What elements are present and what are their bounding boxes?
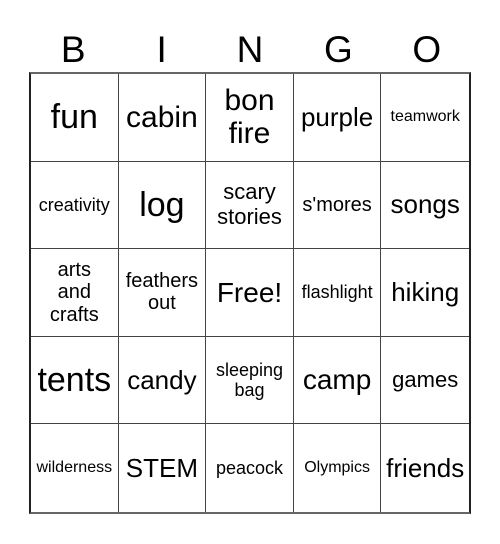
bingo-cell[interactable]: candy bbox=[118, 336, 207, 425]
bingo-cell[interactable]: hiking bbox=[381, 249, 469, 337]
bingo-cell[interactable]: s'mores bbox=[293, 161, 382, 250]
bingo-cell[interactable]: games bbox=[381, 337, 469, 425]
bingo-cell free-space[interactable]: Free! bbox=[206, 249, 294, 337]
bingo-cell[interactable]: creativity bbox=[31, 161, 119, 250]
bingo-cell[interactable]: fun bbox=[31, 74, 119, 162]
bingo-cell[interactable]: wilderness bbox=[31, 424, 119, 512]
bingo-cell[interactable]: friends bbox=[381, 424, 469, 512]
bingo-cell[interactable]: Olympics bbox=[294, 424, 382, 512]
bingo-cell[interactable]: teamwork bbox=[381, 74, 469, 162]
header-letter-b: B bbox=[60, 29, 86, 70]
bingo-cell[interactable]: peacock bbox=[206, 424, 294, 512]
header-letter-o: O bbox=[412, 29, 442, 70]
bingo-cell[interactable]: bon fire bbox=[206, 74, 294, 162]
bingo-cell[interactable]: arts and crafts bbox=[31, 249, 119, 337]
bingo-cell[interactable]: feathers out bbox=[118, 249, 207, 337]
bingo-cell[interactable]: songs bbox=[381, 162, 469, 250]
bingo-grid: fun cabin bon fire purple teamwork creat… bbox=[29, 72, 471, 514]
bingo-cell[interactable]: cabin bbox=[118, 74, 207, 162]
bingo-cell[interactable]: camp bbox=[293, 336, 382, 425]
header-letter-i: I bbox=[156, 29, 167, 70]
bingo-cell[interactable]: sleeping bag bbox=[206, 336, 294, 425]
header-letter-g: G bbox=[324, 29, 353, 70]
bingo-header: B I N G O bbox=[29, 28, 471, 72]
bingo-cell[interactable]: STEM bbox=[119, 424, 207, 512]
bingo-cell[interactable]: scary stories bbox=[206, 161, 294, 250]
header-letter-n: N bbox=[236, 29, 264, 70]
bingo-cell[interactable]: purple bbox=[293, 74, 382, 162]
bingo-cell[interactable]: log bbox=[118, 161, 207, 250]
bingo-cell[interactable]: tents bbox=[31, 336, 119, 425]
bingo-cell[interactable]: flashlight bbox=[293, 249, 382, 337]
